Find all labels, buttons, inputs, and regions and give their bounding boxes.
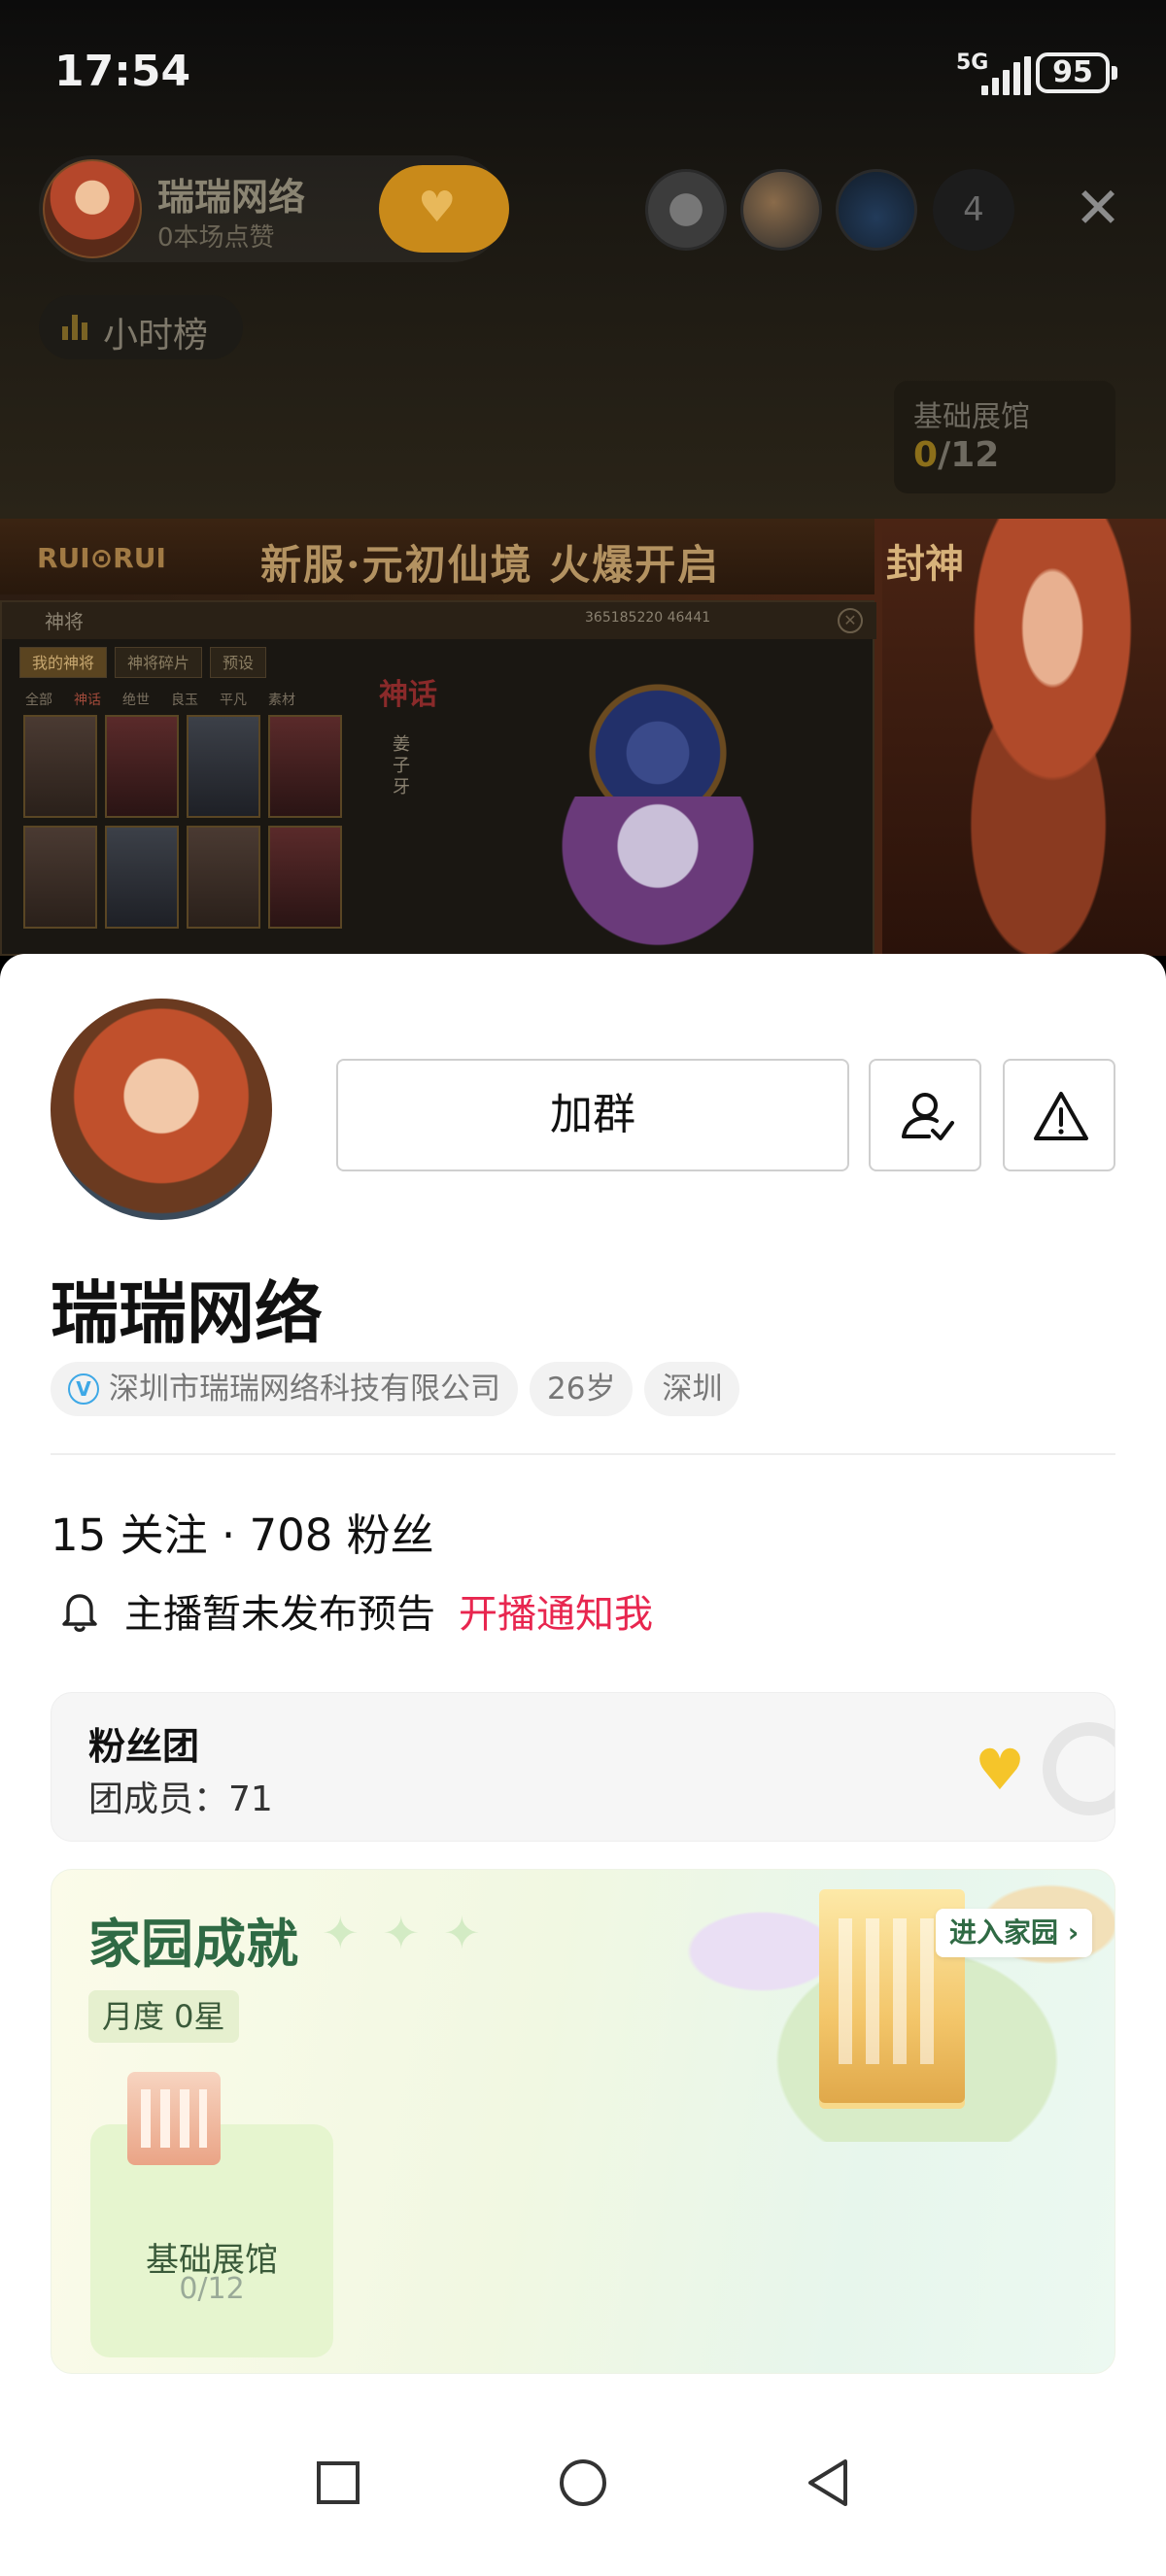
chevron-right-icon: › <box>1067 1916 1080 1949</box>
follow-stats[interactable]: 15 关注 · 708 粉丝 <box>51 1500 434 1563</box>
museum-building-icon <box>127 2072 221 2165</box>
back-icon[interactable] <box>801 2454 859 2512</box>
live-room-overlay: 17:54 5G 95 瑞瑞网络 0本场点赞 ♥ 4 ✕ 小时榜 基础展馆 0/… <box>0 0 1166 519</box>
game-card <box>105 715 179 818</box>
banner-logo: RUI⊙RUI <box>37 542 166 574</box>
verified-icon: V <box>68 1373 99 1405</box>
host-avatar[interactable] <box>43 159 142 258</box>
fans-badge-icon <box>1043 1722 1115 1815</box>
company-name: 深圳市瑞瑞网络科技有限公司 <box>109 1372 500 1407</box>
profile-sheet: 加群 瑞瑞网络 V 深圳市瑞瑞网络科技有限公司 26岁 深圳 15 关注 · 7… <box>0 954 1166 2576</box>
battery-icon: 95 <box>1036 52 1117 93</box>
game-card <box>268 826 342 929</box>
host-name: 瑞瑞网络 <box>157 176 306 219</box>
join-group-button[interactable]: 加群 <box>336 1059 849 1171</box>
status-time: 17:54 <box>54 47 191 96</box>
game-filters: 全部 神话 绝世 良玉 平凡 素材 <box>25 690 295 709</box>
game-panel-stats: 365185220 46441 <box>585 610 711 626</box>
enter-home-button[interactable]: 进入家园 › <box>936 1909 1093 1957</box>
recent-apps-icon[interactable] <box>309 2454 367 2512</box>
museum-progress-text: 0/12 <box>179 2272 245 2306</box>
host-info[interactable]: 瑞瑞网络 0本场点赞 ♥ <box>39 155 509 262</box>
rank-bars-icon <box>62 315 87 340</box>
rank-label: 小时榜 <box>103 316 209 356</box>
city-tag: 深圳 <box>644 1362 740 1416</box>
game-panel: 神将 365185220 46441 ✕ 我的神将 神将碎片 预设 全部 神话 … <box>0 600 876 956</box>
game-card <box>105 826 179 929</box>
home-title: 家园成就 <box>88 1914 298 1975</box>
signal-icon: 5G <box>956 51 1031 95</box>
game-tab: 预设 <box>210 647 267 678</box>
museum-title: 基础展馆 <box>913 400 1030 434</box>
game-figure <box>546 797 770 956</box>
viewer-count[interactable]: 4 <box>933 169 1014 251</box>
warning-icon <box>1034 1092 1088 1140</box>
banner-strip: RUI⊙RUI 新服·元初仙境 火爆开启 <box>0 519 874 594</box>
fans-heart-icon: ♥ <box>975 1737 1025 1803</box>
fans-club-members: 团成员：71 <box>88 1779 273 1819</box>
game-card <box>187 826 260 929</box>
heart-plus-icon: ♥ <box>418 183 457 232</box>
game-card <box>268 715 342 818</box>
game-filter: 绝世 <box>122 693 150 708</box>
game-banner: RUI⊙RUI 新服·元初仙境 火爆开启 神将 365185220 46441 … <box>0 519 1166 956</box>
report-button[interactable] <box>1003 1059 1115 1171</box>
profile-tags: V 深圳市瑞瑞网络科技有限公司 26岁 深圳 <box>51 1362 740 1416</box>
home-achievement-card[interactable]: 家园成就 ✦ ✦ ✦ 月度 0星 进入家园 › 基础展馆 0/12 <box>51 1869 1115 2374</box>
user-check-icon <box>902 1093 954 1140</box>
home-icon[interactable] <box>554 2454 612 2512</box>
hourly-rank-button[interactable]: 小时榜 <box>39 295 243 359</box>
viewer-avatar[interactable] <box>836 169 917 251</box>
profile-avatar[interactable] <box>51 999 272 1220</box>
live-notice: 主播暂未发布预告 开播通知我 <box>51 1581 653 1640</box>
game-filter: 良玉 <box>171 693 198 708</box>
company-tag[interactable]: V 深圳市瑞瑞网络科技有限公司 <box>51 1362 518 1416</box>
game-panel-title: 神将 <box>45 610 84 633</box>
notify-me-link[interactable]: 开播通知我 <box>459 1582 653 1639</box>
game-tab: 我的神将 <box>19 647 108 678</box>
monthly-stars: 月度 0星 <box>88 1990 239 2043</box>
museum-progress: 0/12 <box>913 435 1000 475</box>
game-side-tag: 神话 <box>379 678 437 712</box>
game-card <box>23 715 97 818</box>
bell-icon <box>51 1581 109 1640</box>
host-likes: 0本场点赞 <box>157 223 275 253</box>
game-close-icon: ✕ <box>838 608 863 633</box>
notice-text: 主播暂未发布预告 <box>124 1592 435 1637</box>
viewer-avatar[interactable] <box>645 169 727 251</box>
game-card <box>23 826 97 929</box>
game-side-name: 姜子牙 <box>393 734 410 797</box>
close-icon[interactable]: ✕ <box>1069 180 1127 239</box>
enter-home-label: 进入家园 <box>949 1916 1059 1949</box>
game-card <box>187 715 260 818</box>
game-tab: 神将碎片 <box>115 647 203 678</box>
museum-badge[interactable]: 基础展馆 0/12 <box>894 381 1115 493</box>
divider <box>51 1453 1115 1455</box>
game-filter: 素材 <box>268 693 295 708</box>
age-tag: 26岁 <box>530 1362 634 1416</box>
game-filter: 神话 <box>74 693 101 708</box>
game-mark: 封神 <box>886 541 964 587</box>
follow-heart-button[interactable]: ♥ <box>379 165 509 253</box>
banner-title: 新服·元初仙境 火爆开启 <box>260 541 721 589</box>
game-panel-bar: 神将 365185220 46441 ✕ <box>2 602 876 639</box>
game-card-grid <box>23 715 350 929</box>
game-filter: 全部 <box>25 693 52 708</box>
viewer-avatar[interactable] <box>740 169 822 251</box>
status-bar: 17:54 5G 95 <box>0 0 1166 146</box>
fans-club-title: 粉丝团 <box>88 1725 200 1768</box>
sparkle-icons: ✦ ✦ ✦ <box>322 1907 481 1959</box>
profile-name: 瑞瑞网络 <box>51 1273 323 1353</box>
system-nav-bar <box>0 2401 1166 2576</box>
game-tabs: 我的神将 神将碎片 预设 <box>19 647 267 678</box>
fans-club-card[interactable]: 粉丝团 团成员：71 ♥ <box>51 1692 1115 1842</box>
signal-bars-icon <box>981 56 1031 95</box>
followed-button[interactable] <box>869 1059 981 1171</box>
game-filter: 平凡 <box>220 693 247 708</box>
